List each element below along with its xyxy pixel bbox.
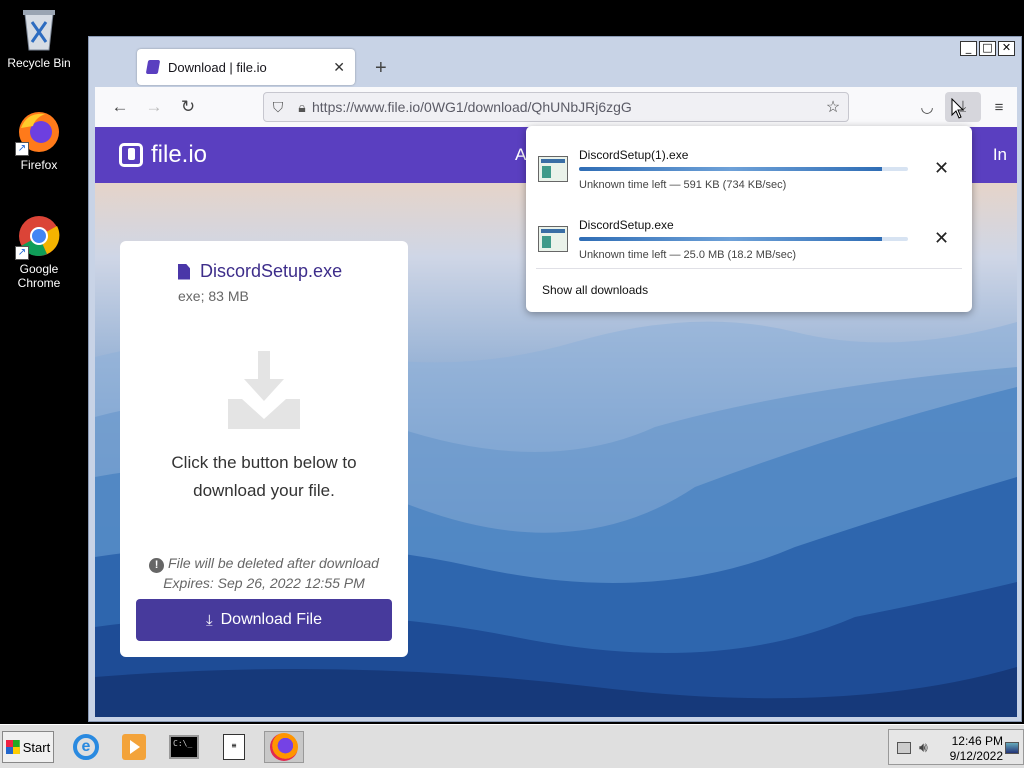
hamburger-menu-icon[interactable]: ≡ bbox=[981, 99, 1017, 116]
expiry-note: ! File will be deleted after download Exp… bbox=[136, 553, 392, 593]
internet-explorer-icon: e bbox=[73, 734, 99, 760]
mouse-cursor-icon bbox=[951, 98, 965, 119]
download-arrow-icon: ⤓ bbox=[205, 611, 213, 629]
minimize-button[interactable]: _ bbox=[960, 41, 977, 56]
executable-file-icon bbox=[538, 226, 568, 252]
expires-text: Expires: Sep 26, 2022 12:55 PM bbox=[163, 575, 365, 591]
url-bar[interactable]: ⛉ 🔒︎ https://www.file.io/0WG1/download/Q… bbox=[263, 92, 849, 122]
shortcut-arrow-icon: ↗ bbox=[15, 246, 29, 260]
download-button-label: Download File bbox=[220, 611, 323, 628]
bookmark-star-icon[interactable]: ☆ bbox=[818, 97, 848, 117]
desktop-icon-chrome[interactable]: ↗ Google Chrome bbox=[4, 214, 74, 290]
windows-flag-icon bbox=[5, 740, 20, 754]
shortcut-arrow-icon: ↗ bbox=[15, 142, 29, 156]
url-text[interactable]: https://www.file.io/0WG1/download/QhUNbJ… bbox=[312, 99, 818, 115]
lock-icon[interactable]: 🔒︎ bbox=[292, 99, 312, 116]
desktop-icon-recycle-bin[interactable]: Recycle Bin bbox=[4, 8, 74, 70]
file-io-favicon-icon bbox=[145, 60, 161, 74]
show-all-downloads-link[interactable]: Show all downloads bbox=[542, 283, 648, 297]
new-tab-icon[interactable]: + bbox=[375, 57, 387, 80]
firefox-icon bbox=[270, 733, 298, 761]
pocket-icon[interactable]: ◡ bbox=[909, 98, 945, 116]
header-login-link[interactable]: In bbox=[993, 145, 1007, 165]
logo-text: file.io bbox=[151, 141, 208, 168]
taskbar: Start e C:\_ ≡ 🔊︎ 12:46 PM 9/12/2022 bbox=[0, 724, 1024, 768]
chrome-label: Google Chrome bbox=[17, 262, 61, 290]
firefox-icon: ↗ bbox=[15, 110, 61, 156]
forward-arrow-icon[interactable]: → bbox=[137, 97, 171, 117]
file-name-text: DiscordSetup.exe bbox=[200, 261, 343, 281]
tab-close-icon[interactable]: ✕ bbox=[333, 59, 345, 76]
file-io-logo[interactable]: file.io bbox=[119, 141, 207, 169]
reload-icon[interactable]: ↻ bbox=[171, 97, 205, 117]
file-meta: exe; 83 MB bbox=[178, 288, 249, 304]
cancel-download-icon[interactable]: ✕ bbox=[934, 228, 949, 249]
recycle-bin-label: Recycle Bin bbox=[7, 56, 71, 70]
download-instruction: Click the button below to download your … bbox=[171, 453, 357, 500]
download-filename: DiscordSetup.exe bbox=[579, 218, 674, 232]
panel-divider bbox=[536, 268, 962, 269]
network-icon[interactable] bbox=[897, 742, 911, 754]
back-arrow-icon[interactable]: ← bbox=[103, 97, 137, 117]
downloads-panel: DiscordSetup(1).exe Unknown time left — … bbox=[526, 126, 972, 312]
navigation-toolbar: ← → ↻ ⛉ 🔒︎ https://www.file.io/0WG1/down… bbox=[95, 87, 1017, 127]
taskbar-command-prompt[interactable]: C:\_ bbox=[164, 731, 204, 763]
command-prompt-icon: C:\_ bbox=[169, 735, 199, 759]
cancel-download-icon[interactable]: ✕ bbox=[934, 158, 949, 179]
download-tray-icon bbox=[222, 349, 306, 433]
notepad-icon: ≡ bbox=[223, 734, 245, 760]
desktop-icon-firefox[interactable]: ↗ Firefox bbox=[4, 110, 74, 172]
taskbar-notepad[interactable]: ≡ bbox=[214, 731, 254, 763]
clock[interactable]: 12:46 PM 9/12/2022 bbox=[941, 734, 1003, 764]
tab-title: Download | file.io bbox=[168, 59, 267, 75]
executable-file-icon bbox=[538, 156, 568, 182]
taskbar-firefox[interactable] bbox=[264, 731, 304, 763]
clock-time: 12:46 PM bbox=[951, 734, 1003, 748]
volume-icon[interactable]: 🔊︎ bbox=[919, 739, 928, 756]
maximize-button[interactable]: □ bbox=[979, 41, 996, 56]
tab-file-io[interactable]: Download | file.io ✕ bbox=[137, 49, 355, 85]
download-progress-fill bbox=[579, 237, 882, 241]
media-player-icon bbox=[122, 734, 146, 760]
system-tray: 🔊︎ 12:46 PM 9/12/2022 bbox=[888, 729, 1024, 765]
file-io-logo-icon bbox=[119, 143, 143, 167]
start-label: Start bbox=[22, 739, 51, 755]
delete-note: File will be deleted after download bbox=[168, 555, 379, 571]
download-filename: DiscordSetup(1).exe bbox=[579, 148, 689, 162]
chrome-icon: ↗ bbox=[15, 214, 61, 260]
show-desktop-icon[interactable] bbox=[1005, 742, 1019, 754]
taskbar-media-player[interactable] bbox=[114, 731, 154, 763]
download-item[interactable]: DiscordSetup.exe Unknown time left — 25.… bbox=[526, 204, 972, 274]
taskbar-internet-explorer[interactable]: e bbox=[66, 731, 106, 763]
download-progress-bar bbox=[579, 167, 908, 171]
file-name: DiscordSetup.exe bbox=[178, 261, 342, 282]
tab-strip: Download | file.io ✕ + bbox=[95, 39, 941, 85]
download-status: Unknown time left — 25.0 MB (18.2 MB/sec… bbox=[579, 249, 797, 261]
header-nav-link[interactable]: A bbox=[515, 145, 526, 165]
download-progress-fill bbox=[579, 167, 882, 171]
download-progress-bar bbox=[579, 237, 908, 241]
clock-date: 9/12/2022 bbox=[949, 749, 1003, 763]
download-item[interactable]: DiscordSetup(1).exe Unknown time left — … bbox=[526, 134, 972, 204]
window-controls: _ □ ✕ bbox=[960, 41, 1015, 56]
document-icon bbox=[178, 263, 190, 280]
recycle-bin-icon bbox=[22, 8, 56, 52]
download-status: Unknown time left — 591 KB (734 KB/sec) bbox=[579, 179, 787, 191]
info-icon: ! bbox=[149, 558, 165, 573]
download-card: DiscordSetup.exe exe; 83 MB Click the bu… bbox=[120, 241, 408, 657]
shield-icon[interactable]: ⛉ bbox=[264, 99, 292, 116]
close-window-button[interactable]: ✕ bbox=[998, 41, 1015, 56]
download-file-button[interactable]: ⤓ Download File bbox=[136, 599, 392, 641]
firefox-label: Firefox bbox=[20, 158, 58, 172]
start-button[interactable]: Start bbox=[2, 731, 54, 763]
